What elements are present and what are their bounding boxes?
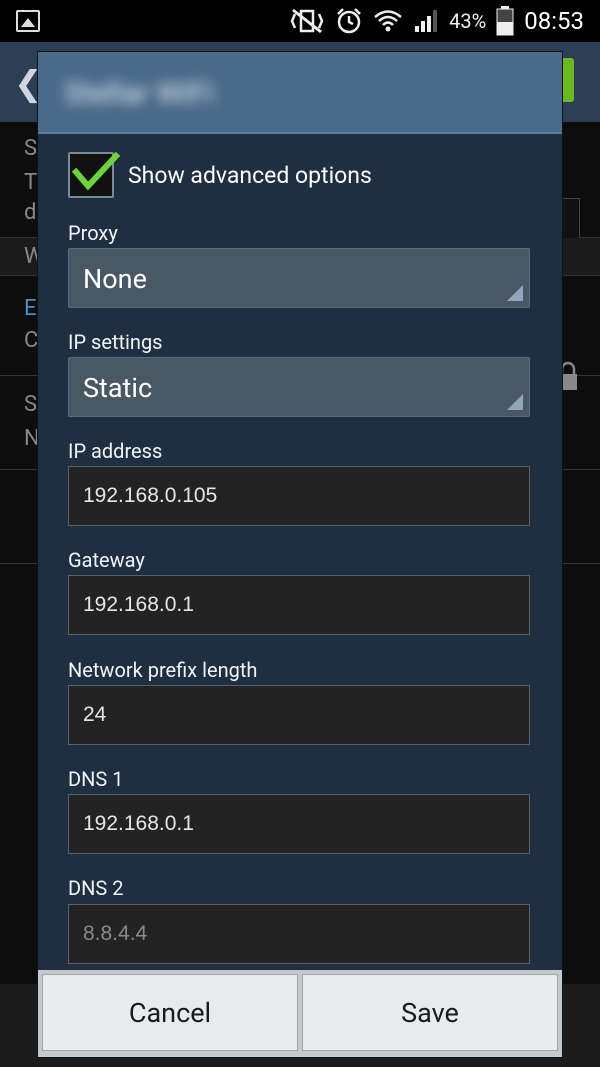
wifi-icon bbox=[374, 10, 402, 32]
dns1-value: 192.168.0.1 bbox=[83, 812, 194, 835]
image-icon bbox=[16, 10, 40, 32]
ip-settings-value: Static bbox=[83, 372, 153, 404]
dropdown-arrow-icon bbox=[507, 394, 523, 410]
dialog-header: Stellar WiFi bbox=[38, 52, 562, 134]
ip-address-value: 192.168.0.105 bbox=[83, 484, 218, 507]
proxy-value: None bbox=[83, 263, 147, 295]
clock: 08:53 bbox=[524, 7, 584, 35]
battery-icon bbox=[496, 6, 514, 36]
prefix-length-value: 24 bbox=[83, 703, 107, 726]
dns2-placeholder: 8.8.4.4 bbox=[83, 922, 148, 945]
dns2-label: DNS 2 bbox=[68, 876, 124, 900]
show-advanced-label: Show advanced options bbox=[128, 161, 372, 189]
cancel-button[interactable]: Cancel bbox=[42, 974, 298, 1051]
ip-address-label: IP address bbox=[68, 439, 163, 463]
proxy-spinner[interactable]: None bbox=[68, 248, 530, 308]
ip-settings-label: IP settings bbox=[68, 330, 163, 354]
prefix-length-label: Network prefix length bbox=[68, 658, 258, 682]
dialog-button-bar: Cancel Save bbox=[38, 970, 562, 1057]
gateway-value: 192.168.0.1 bbox=[83, 593, 194, 616]
show-advanced-checkbox[interactable] bbox=[68, 151, 121, 198]
dns1-label: DNS 1 bbox=[68, 767, 124, 791]
alarm-icon bbox=[337, 8, 361, 34]
ip-settings-spinner[interactable]: Static bbox=[68, 357, 530, 417]
battery-percent: 43% bbox=[449, 9, 487, 33]
dns1-field[interactable]: 192.168.0.1 bbox=[68, 794, 530, 854]
status-bar: 43% 08:53 bbox=[0, 0, 600, 42]
show-advanced-row[interactable]: Show advanced options bbox=[68, 150, 372, 200]
prefix-length-field[interactable]: 24 bbox=[68, 685, 530, 745]
dns2-field[interactable]: 8.8.4.4 bbox=[68, 904, 530, 964]
ip-address-field[interactable]: 192.168.0.105 bbox=[68, 466, 530, 526]
vibrate-mute-icon bbox=[290, 8, 324, 34]
dropdown-arrow-icon bbox=[507, 285, 523, 301]
status-icons: 43% 08:53 bbox=[289, 6, 584, 36]
dialog-title: Stellar WiFi bbox=[64, 76, 214, 111]
checkmark-icon bbox=[71, 151, 121, 191]
gateway-field[interactable]: 192.168.0.1 bbox=[68, 575, 530, 635]
wifi-config-dialog: Stellar WiFi Show advanced options Proxy… bbox=[38, 52, 562, 1057]
signal-icon bbox=[415, 10, 438, 32]
proxy-label: Proxy bbox=[68, 221, 118, 245]
save-button[interactable]: Save bbox=[302, 974, 558, 1051]
gateway-label: Gateway bbox=[68, 548, 145, 572]
